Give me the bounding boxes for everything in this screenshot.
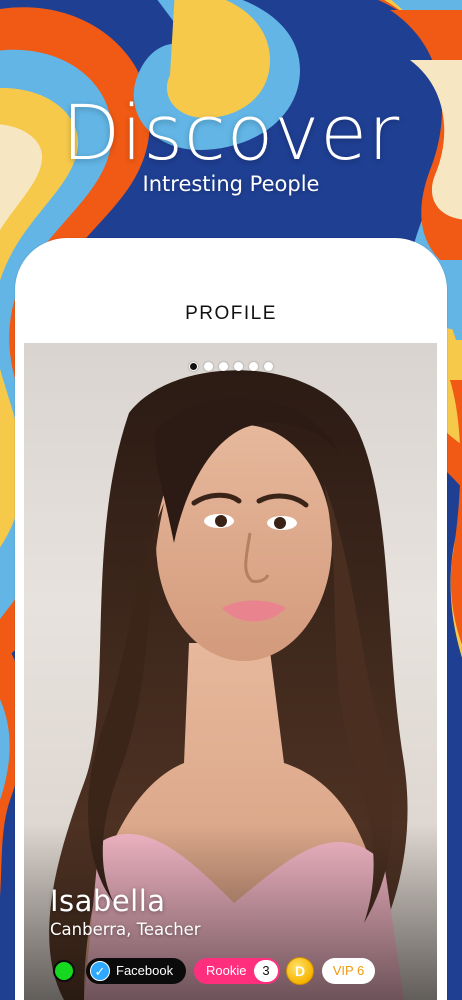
profile-name: Isabella bbox=[50, 884, 166, 918]
carousel-dot-4[interactable] bbox=[234, 362, 243, 371]
vip-badge[interactable]: VIP 6 bbox=[322, 958, 375, 984]
carousel-dot-1[interactable] bbox=[189, 362, 198, 371]
carousel-dot-3[interactable] bbox=[219, 362, 228, 371]
facebook-label: Facebook bbox=[116, 963, 174, 978]
screen-title: PROFILE bbox=[185, 303, 277, 324]
level-number: 3 bbox=[254, 960, 278, 982]
carousel-dot-2[interactable] bbox=[204, 362, 213, 371]
hero-subtitle: Intresting People bbox=[142, 172, 320, 196]
level-label: Rookie bbox=[206, 963, 247, 978]
level-badge[interactable]: Rookie 3 bbox=[194, 958, 280, 984]
photo-carousel-indicator bbox=[0, 362, 462, 371]
online-status-indicator bbox=[53, 960, 75, 982]
carousel-dot-5[interactable] bbox=[249, 362, 258, 371]
facebook-verified-badge[interactable]: ✓ Facebook bbox=[86, 958, 186, 984]
hero-title: Discover bbox=[61, 88, 401, 177]
check-icon: ✓ bbox=[90, 961, 110, 981]
coin-icon[interactable]: D bbox=[286, 957, 314, 985]
profile-location-job: Canberra, Teacher bbox=[50, 920, 201, 939]
carousel-dot-6[interactable] bbox=[264, 362, 273, 371]
